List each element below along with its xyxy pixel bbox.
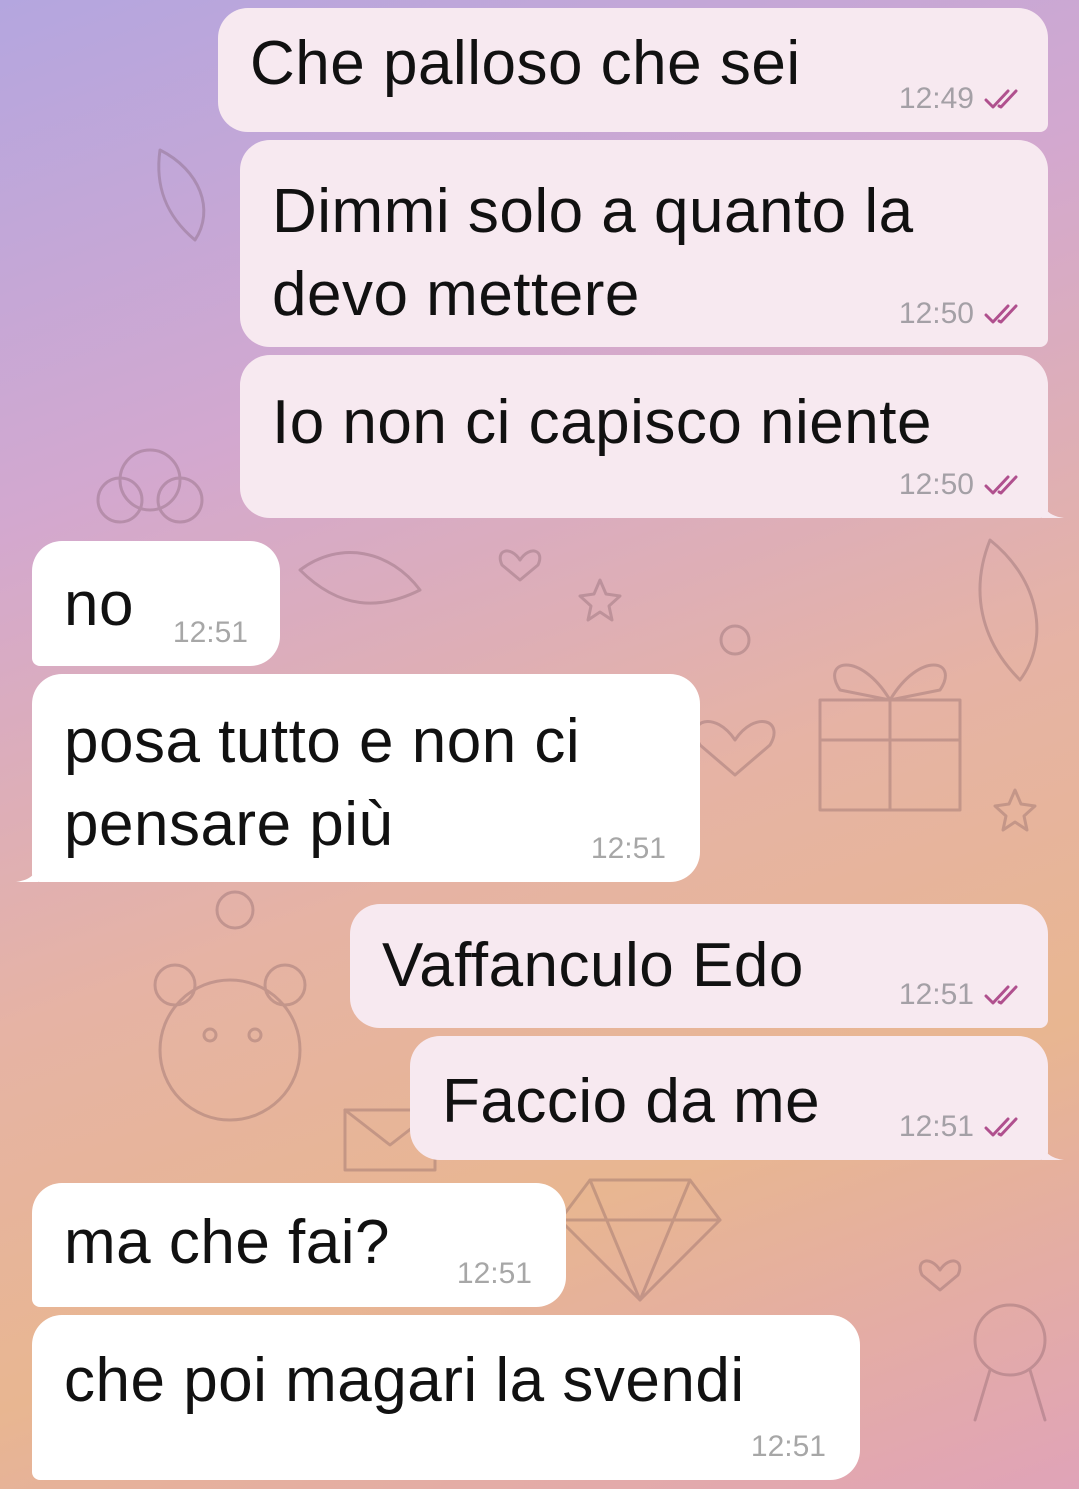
message-time: 12:51 — [456, 1257, 532, 1290]
message-time: 12:51 — [750, 1430, 826, 1463]
double-check-read-icon — [984, 89, 1018, 109]
message-time: 12:51 — [590, 832, 666, 865]
message-text: Vaffanculo Edo — [382, 931, 804, 1000]
message-time: 12:51 — [172, 616, 248, 649]
message-text: posa tutto e non ci pensare più — [64, 707, 581, 859]
message-text: che poi magari la svendi — [64, 1346, 745, 1415]
message-bubble-outgoing[interactable]: Io non ci capisco niente 12:50 — [240, 355, 1064, 518]
message-time: 12:51 — [898, 978, 974, 1011]
bubble-tail — [1042, 1138, 1064, 1160]
bubble-tail — [1042, 496, 1064, 518]
message-time: 12:50 — [898, 468, 974, 501]
message-bubble-outgoing[interactable]: Vaffanculo Edo 12:51 — [350, 904, 1048, 1028]
message-meta: 12:50 — [899, 297, 1024, 331]
chat-area[interactable]: Che palloso che sei 12:49 Dimmi solo a q… — [0, 0, 1079, 1489]
message-bubble-incoming[interactable]: posa tutto e non ci pensare più 12:51 — [16, 674, 700, 882]
message-time: 12:51 — [898, 1110, 974, 1143]
message-text: Io non ci capisco niente — [272, 388, 932, 457]
message-meta: 12:51 — [457, 1257, 532, 1291]
message-bubble-outgoing[interactable]: Dimmi solo a quanto la devo mettere 12:5… — [240, 140, 1048, 347]
message-meta: 12:51 — [591, 832, 666, 866]
message-text: ma che fai? — [64, 1208, 391, 1277]
message-meta: 12:51 — [173, 616, 248, 650]
double-check-read-icon — [984, 475, 1018, 495]
message-bubble-incoming[interactable]: no 12:51 — [32, 541, 280, 666]
double-check-read-icon — [984, 985, 1018, 1005]
message-time: 12:49 — [898, 82, 974, 115]
bubble-tail — [16, 860, 38, 882]
message-meta: 12:49 — [899, 82, 1024, 116]
message-meta: 12:51 — [899, 1110, 1024, 1144]
message-meta: 12:51 — [751, 1430, 826, 1464]
message-bubble-outgoing[interactable]: Faccio da me 12:51 — [410, 1036, 1064, 1160]
message-meta: 12:50 — [899, 468, 1024, 502]
double-check-read-icon — [984, 304, 1018, 324]
message-time: 12:50 — [898, 297, 974, 330]
message-meta: 12:51 — [899, 978, 1024, 1012]
double-check-read-icon — [984, 1117, 1018, 1137]
message-text: Dimmi solo a quanto la devo mettere — [272, 177, 914, 329]
message-bubble-outgoing[interactable]: Che palloso che sei 12:49 — [218, 8, 1048, 132]
message-bubble-incoming[interactable]: che poi magari la svendi 12:51 — [32, 1315, 860, 1480]
message-text: Che palloso che sei — [250, 29, 801, 98]
message-text: Faccio da me — [442, 1067, 821, 1136]
message-text: no — [64, 570, 134, 639]
message-bubble-incoming[interactable]: ma che fai? 12:51 — [32, 1183, 566, 1307]
